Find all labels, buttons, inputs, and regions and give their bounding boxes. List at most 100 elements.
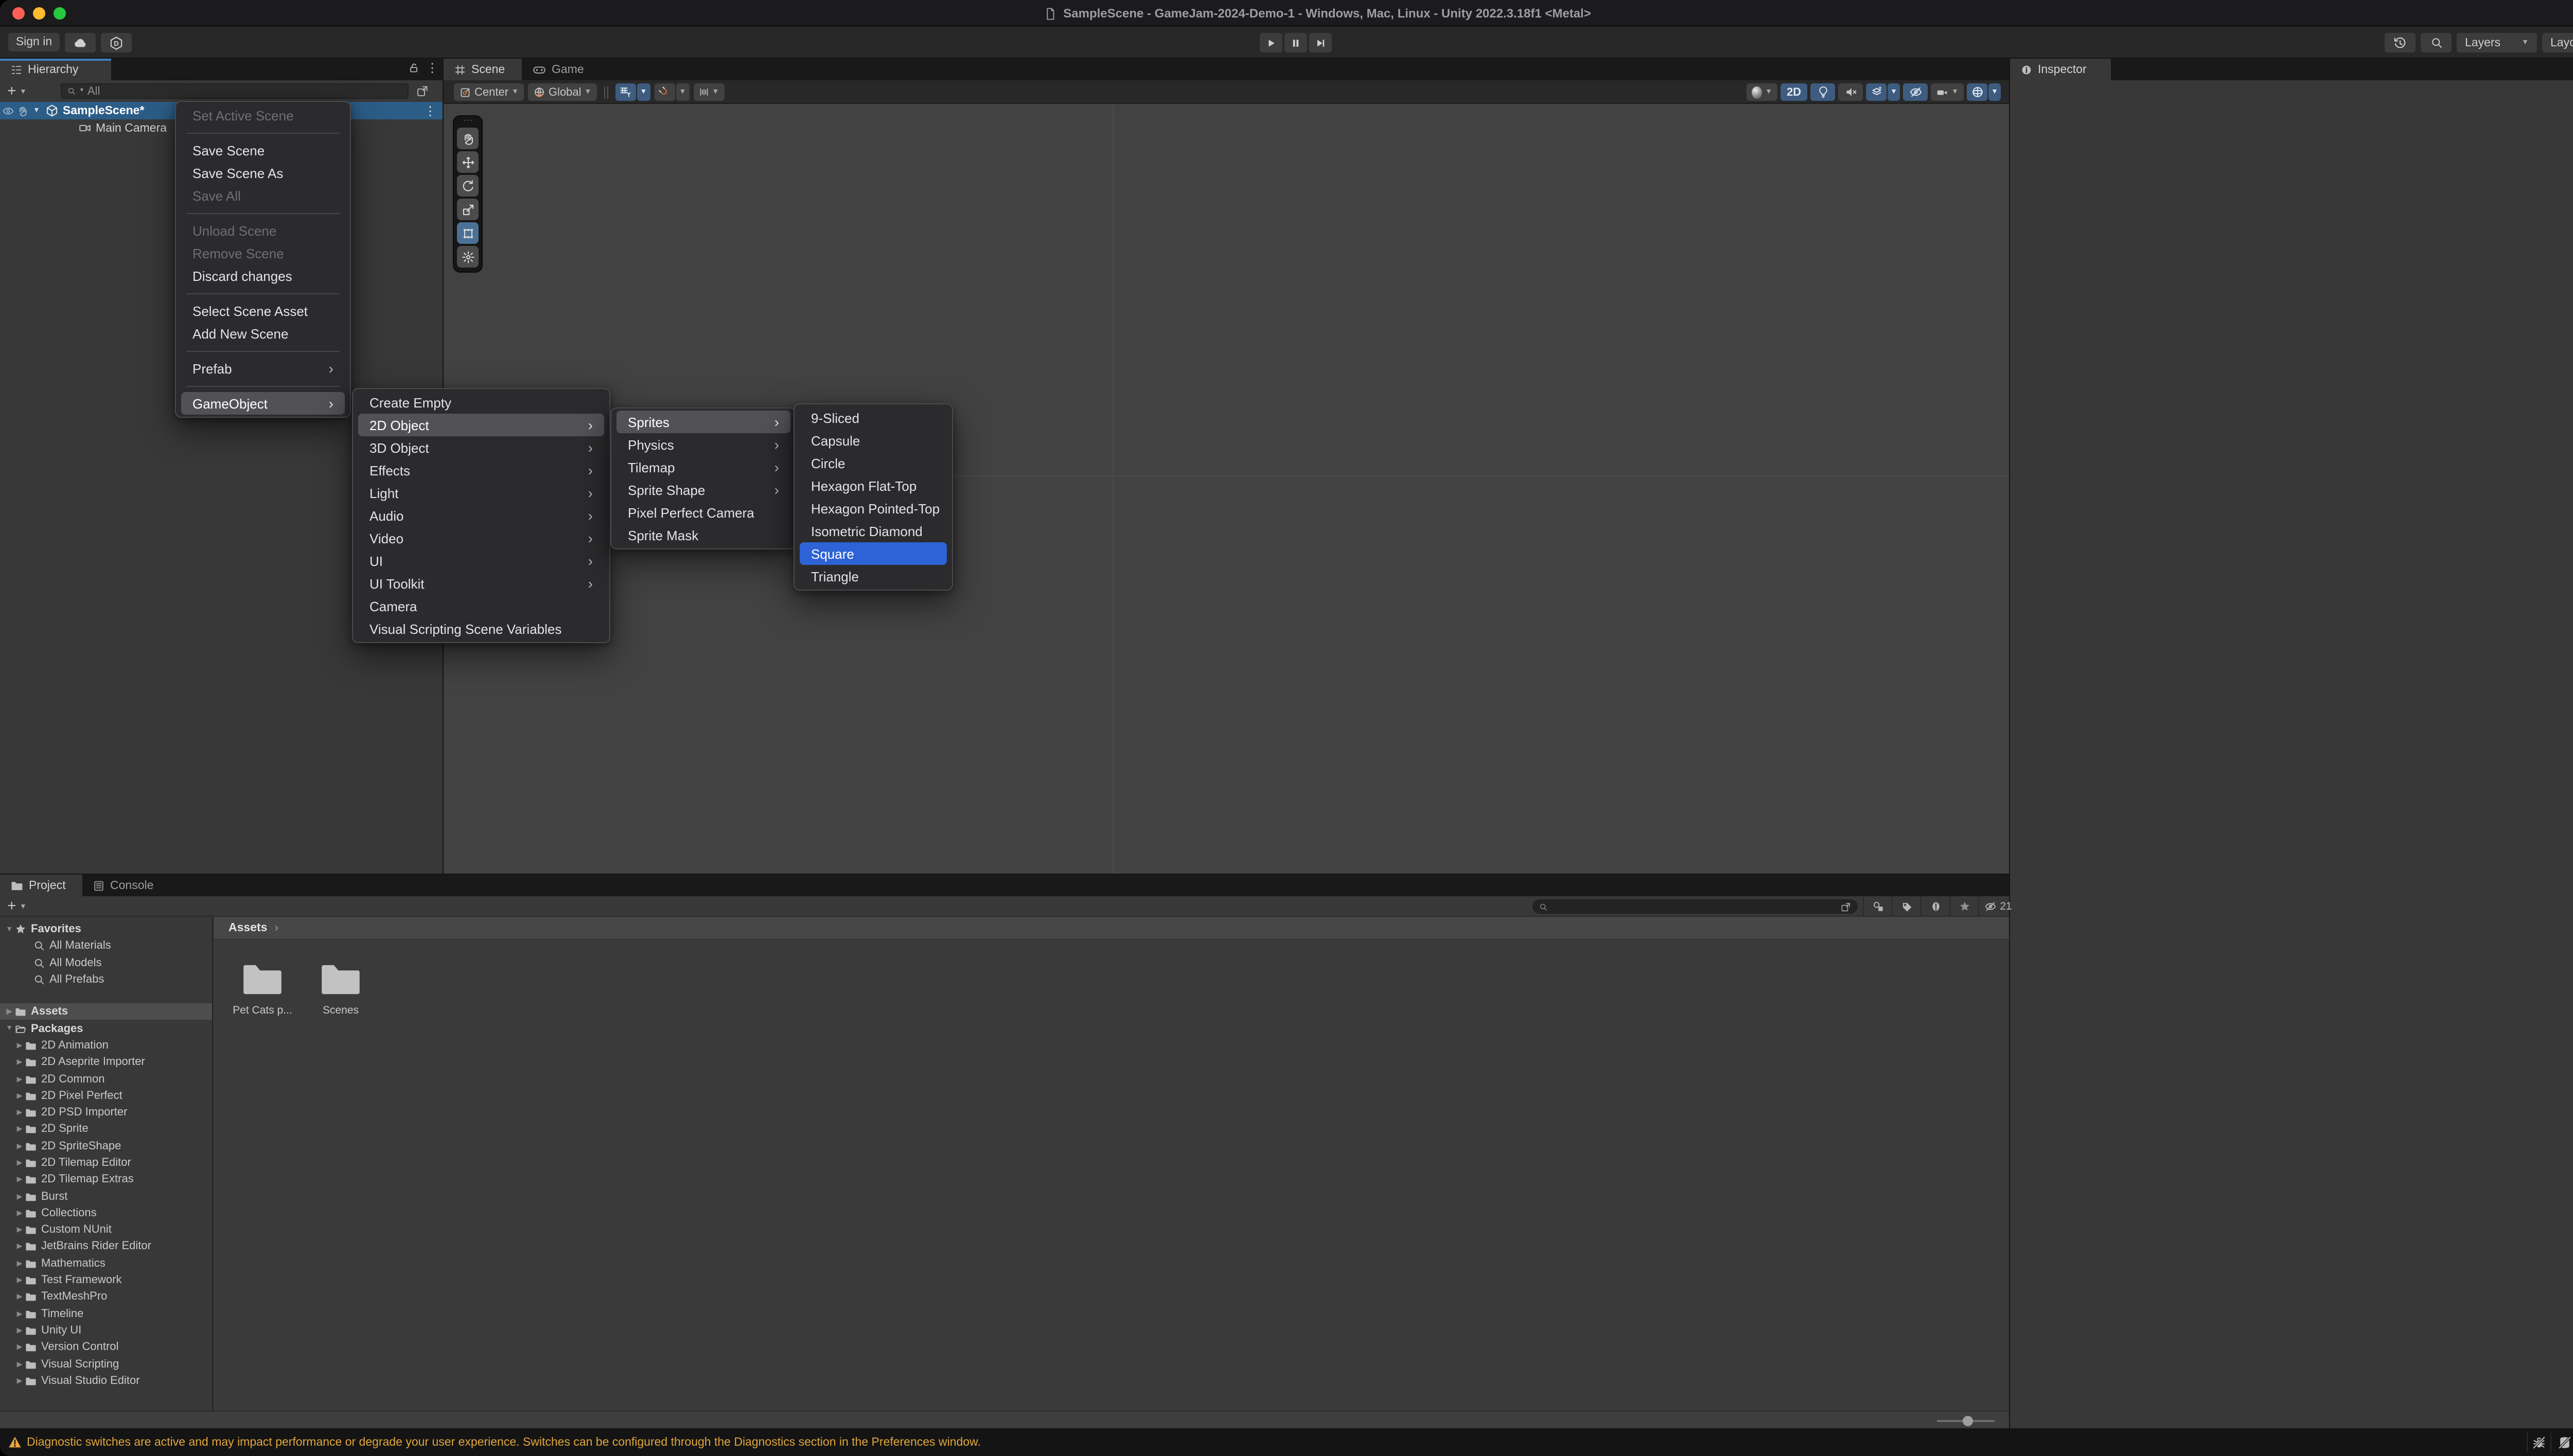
transform-tool[interactable] xyxy=(457,246,479,268)
expander-icon[interactable]: ▶ xyxy=(14,1142,25,1150)
breadcrumb-assets[interactable]: Assets xyxy=(228,921,267,934)
menu-item-video[interactable]: Video› xyxy=(353,527,609,549)
expander-icon[interactable]: ▶ xyxy=(14,1343,25,1352)
tree-item-textmeshpro[interactable]: ▶TextMeshPro xyxy=(0,1288,212,1305)
grid-options-caret[interactable]: ▼ xyxy=(637,83,650,101)
pause-button[interactable] xyxy=(1284,33,1307,52)
grid-visibility-toggle[interactable] xyxy=(615,83,636,101)
tools-overlay[interactable]: ⋯ xyxy=(454,116,482,272)
handle-rotation-dropdown[interactable]: Global ▼ xyxy=(528,83,596,101)
tree-item-test-framework[interactable]: ▶Test Framework xyxy=(0,1272,212,1289)
menu-item-sprite-mask[interactable]: Sprite Mask xyxy=(611,524,796,546)
scale-tool[interactable] xyxy=(457,199,479,220)
menu-item-ui[interactable]: UI› xyxy=(353,549,609,572)
camera-settings-dropdown[interactable]: ▼ xyxy=(1931,83,1964,101)
hierarchy-search-input[interactable]: ▼ All xyxy=(61,83,409,99)
snap-increment-dropdown[interactable]: ▼ xyxy=(693,83,724,101)
menu-item-tilemap[interactable]: Tilemap› xyxy=(611,456,796,478)
tree-item-burst[interactable]: ▶Burst xyxy=(0,1188,212,1205)
expander-icon[interactable]: ▶ xyxy=(14,1276,25,1284)
overlay-grip[interactable]: ⋯ xyxy=(457,118,479,126)
expander-icon[interactable]: ▶ xyxy=(14,1377,25,1385)
thumbnail-slider-thumb[interactable] xyxy=(1963,1416,1973,1426)
expander-icon[interactable]: ▶ xyxy=(14,1176,25,1184)
hidden-packages-count[interactable]: 21 xyxy=(1978,896,2017,917)
move-tool[interactable] xyxy=(457,151,479,173)
tree-item-all-prefabs[interactable]: All Prefabs xyxy=(0,971,212,988)
tree-item-2d-spriteshape[interactable]: ▶2D SpriteShape xyxy=(0,1138,212,1155)
menu-item-save-scene-as[interactable]: Save Scene As xyxy=(176,162,350,184)
pick-window-icon[interactable] xyxy=(1840,901,1852,912)
tree-item-assets[interactable]: ▶Assets xyxy=(0,1003,212,1020)
add-gameobject-button[interactable]: + xyxy=(7,83,16,99)
expander-icon[interactable]: ▶ xyxy=(14,1242,25,1251)
pick-window-icon[interactable] xyxy=(416,84,429,98)
create-asset-button[interactable]: + xyxy=(7,898,16,914)
menu-item-effects[interactable]: Effects› xyxy=(353,459,609,482)
project-search-input[interactable] xyxy=(1532,899,1858,914)
tree-item-version-control[interactable]: ▶Version Control xyxy=(0,1339,212,1356)
menu-item-create-empty[interactable]: Create Empty xyxy=(353,391,609,414)
save-search-button[interactable] xyxy=(1949,896,1978,917)
layers-dropdown[interactable]: Layers▼ xyxy=(2457,33,2537,52)
draw-mode-dropdown[interactable]: ▼ xyxy=(1747,83,1777,101)
scene-options-icon[interactable]: ⋮ xyxy=(424,104,436,117)
expander-icon[interactable]: ▶ xyxy=(14,1092,25,1100)
gizmos-caret[interactable]: ▼ xyxy=(1988,83,2001,101)
tree-item-collections[interactable]: ▶Collections xyxy=(0,1205,212,1222)
tree-item-2d-common[interactable]: ▶2D Common xyxy=(0,1071,212,1088)
tree-item-packages[interactable]: ▼Packages xyxy=(0,1020,212,1037)
expander-icon[interactable]: ▶ xyxy=(14,1159,25,1167)
snap-toggle[interactable] xyxy=(654,83,675,101)
menu-item-visual-scripting-scene-variables[interactable]: Visual Scripting Scene Variables xyxy=(353,617,609,640)
tree-item-visual-scripting[interactable]: ▶Visual Scripting xyxy=(0,1356,212,1373)
expander-icon[interactable]: ▶ xyxy=(14,1226,25,1234)
tab-project[interactable]: Project xyxy=(0,875,82,896)
menu-item-audio[interactable]: Audio› xyxy=(353,504,609,527)
visibility-eye-icon[interactable] xyxy=(2,104,14,117)
expander-icon[interactable]: ▶ xyxy=(14,1360,25,1368)
expander-icon[interactable]: ▼ xyxy=(4,1025,14,1032)
chevron-down-icon[interactable]: ▼ xyxy=(20,903,27,911)
expander-icon[interactable]: ▶ xyxy=(14,1326,25,1335)
menu-item-camera[interactable]: Camera xyxy=(353,595,609,617)
tab-hierarchy[interactable]: Hierarchy xyxy=(0,59,111,80)
expander-icon[interactable]: ▶ xyxy=(14,1075,25,1083)
search-by-label-button[interactable] xyxy=(1892,896,1920,917)
menu-item-prefab[interactable]: Prefab› xyxy=(176,357,350,380)
snap-options-caret[interactable]: ▼ xyxy=(676,83,689,101)
tree-item-custom-nunit[interactable]: ▶Custom NUnit xyxy=(0,1221,212,1238)
tree-item-all-models[interactable]: All Models xyxy=(0,954,212,971)
expander-icon[interactable]: ▼ xyxy=(4,926,14,933)
view-hand-tool[interactable] xyxy=(457,128,479,149)
menu-item-physics[interactable]: Physics› xyxy=(611,433,796,456)
expander-icon[interactable]: ▶ xyxy=(14,1058,25,1066)
tree-item-2d-animation[interactable]: ▶2D Animation xyxy=(0,1037,212,1054)
expander-icon[interactable]: ▶ xyxy=(14,1209,25,1217)
audio-toggle[interactable] xyxy=(1838,83,1863,101)
search-by-import-log-button[interactable] xyxy=(1920,896,1949,917)
tree-item-2d-tilemap-extras[interactable]: ▶2D Tilemap Extras xyxy=(0,1171,212,1188)
expander-icon[interactable]: ▶ xyxy=(14,1192,25,1200)
pickability-hand-icon[interactable] xyxy=(16,104,29,117)
tree-item-2d-sprite[interactable]: ▶2D Sprite xyxy=(0,1121,212,1138)
2d-mode-toggle[interactable]: 2D xyxy=(1781,83,1807,101)
effects-caret[interactable]: ▼ xyxy=(1888,83,1900,101)
expander-icon[interactable]: ▶ xyxy=(14,1125,25,1133)
expander-icon[interactable]: ▶ xyxy=(14,1293,25,1301)
expander-icon[interactable]: ▼ xyxy=(33,107,40,114)
menu-item-ui-toolkit[interactable]: UI Toolkit› xyxy=(353,572,609,595)
undo-history-button[interactable] xyxy=(2385,33,2416,52)
sign-in-button[interactable]: Sign in xyxy=(8,33,60,51)
global-search-button[interactable] xyxy=(2421,33,2452,52)
menu-item-sprite-shape[interactable]: Sprite Shape› xyxy=(611,478,796,501)
hidden-objects-toggle[interactable] xyxy=(1903,83,1928,101)
menu-item-hexagon-flat-top[interactable]: Hexagon Flat-Top xyxy=(795,474,952,497)
rect-tool[interactable] xyxy=(457,222,479,244)
panel-menu-icon[interactable]: ⋮ xyxy=(426,62,438,74)
menu-item-add-new-scene[interactable]: Add New Scene xyxy=(176,322,350,345)
menu-item-circle[interactable]: Circle xyxy=(795,452,952,474)
lighting-toggle[interactable] xyxy=(1810,83,1835,101)
folder-item[interactable]: Pet Cats p... xyxy=(230,954,295,1017)
menu-item-light[interactable]: Light› xyxy=(353,482,609,504)
